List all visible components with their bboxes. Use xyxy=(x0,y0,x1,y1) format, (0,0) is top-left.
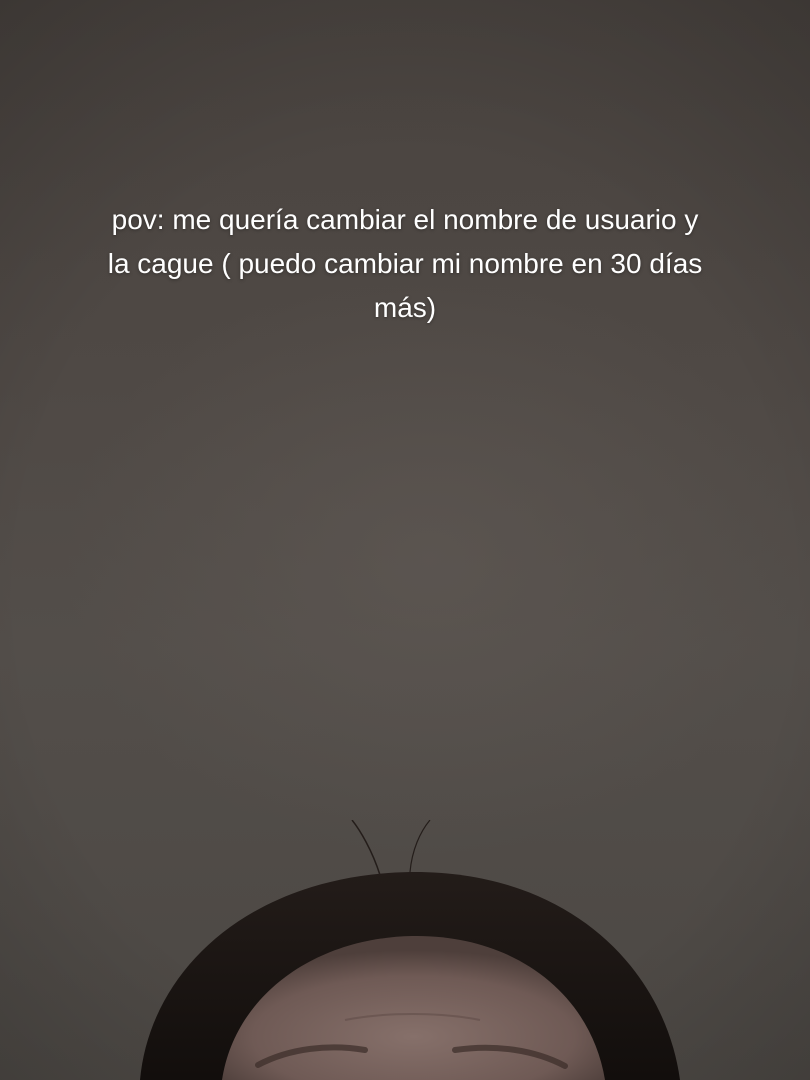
person-head-image xyxy=(0,820,810,1080)
stray-hair xyxy=(351,820,381,876)
person-head-illustration xyxy=(140,820,680,1080)
stray-hair xyxy=(409,820,431,873)
video-frame: pov: me quería cambiar el nombre de usua… xyxy=(0,0,810,1080)
caption-text: pov: me quería cambiar el nombre de usua… xyxy=(107,204,703,323)
